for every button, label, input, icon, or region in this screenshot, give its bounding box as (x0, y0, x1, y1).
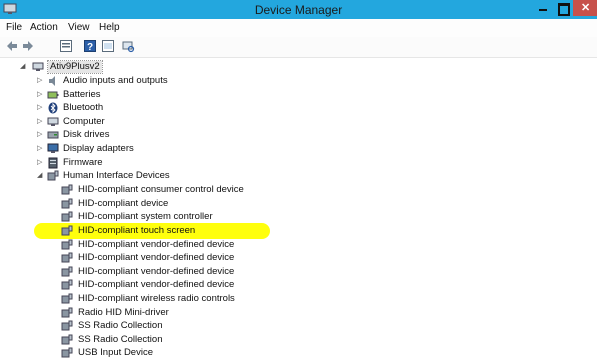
expand-arrow-icon[interactable]: ▷ (37, 76, 45, 84)
tree-device-label: HID-compliant consumer control device (78, 184, 244, 195)
hid-icon (47, 170, 59, 181)
tree-device-label: HID-compliant vendor-defined device (78, 252, 235, 263)
expand-arrow-icon[interactable]: ▷ (37, 103, 45, 111)
tree-device-label: Radio HID Mini-driver (78, 307, 169, 318)
minimize-icon (539, 9, 547, 11)
scan-hardware-icon[interactable] (121, 39, 135, 53)
tree-device-label: HID-compliant touch screen (78, 225, 196, 236)
tree-root-label: Ativ9Plusv2 (47, 60, 103, 74)
tree-category-label: Computer (63, 116, 105, 127)
forward-icon[interactable] (21, 39, 35, 53)
title-bar[interactable]: Device Manager ✕ (0, 0, 597, 19)
hid-device-icon (61, 293, 73, 304)
tree-device-label: HID-compliant device (78, 198, 169, 209)
bluetooth-icon (48, 102, 58, 114)
hid-device-icon (61, 184, 73, 195)
svg-text:?: ? (87, 42, 93, 53)
menu-action[interactable]: Action (30, 22, 58, 33)
computer-icon (32, 62, 44, 71)
back-icon[interactable] (5, 39, 19, 53)
window-title: Device Manager (254, 3, 343, 17)
device-tree: ◢ Ativ9Plusv2 ▷ Audio inputs and outputs… (0, 58, 597, 358)
menu-help[interactable]: Help (99, 22, 120, 33)
tree-device-label: HID-compliant vendor-defined device (78, 239, 235, 250)
computer-icon (47, 117, 59, 126)
minimize-button[interactable] (533, 0, 553, 16)
hid-device-icon (61, 225, 73, 236)
tree-device-label: HID-compliant vendor-defined device (78, 266, 235, 277)
expand-arrow-icon[interactable]: ▷ (37, 130, 45, 138)
collapse-arrow-icon[interactable]: ◢ (37, 171, 45, 179)
hid-device-icon (61, 266, 73, 277)
speaker-icon (49, 76, 55, 86)
hid-device-icon (61, 279, 73, 290)
hid-device-icon (61, 320, 73, 331)
expand-arrow-icon[interactable]: ▷ (37, 117, 45, 125)
tree-category-label: Bluetooth (63, 102, 104, 113)
tree-device-label: USB Input Device (78, 347, 153, 358)
toolbar: ? (0, 37, 597, 58)
tree-category-label: Human Interface Devices (63, 170, 170, 181)
window-controls: ✕ (533, 0, 597, 19)
close-icon: ✕ (581, 2, 591, 14)
menu-bar: File Action View Help (0, 19, 597, 37)
expand-arrow-icon[interactable]: ▷ (37, 90, 45, 98)
tree-category-label: Disk drives (63, 129, 110, 140)
hid-device-icon (61, 252, 73, 263)
expand-arrow-icon[interactable]: ▷ (37, 144, 45, 152)
tree-device-label: HID-compliant wireless radio controls (78, 293, 235, 304)
hid-device-icon (61, 211, 73, 222)
hid-device-icon (61, 198, 73, 209)
maximize-icon (558, 3, 570, 16)
hid-device-icon (61, 334, 73, 345)
properties-sheet-icon[interactable] (101, 39, 115, 53)
device-manager-window: Device Manager ✕ File Action View Help ? (0, 0, 597, 358)
hid-device-icon (61, 347, 73, 358)
maximize-button[interactable] (553, 0, 573, 16)
menu-file[interactable]: File (6, 22, 22, 33)
tree-category-label: Display adapters (63, 143, 134, 154)
tree-category-label: Batteries (63, 89, 101, 100)
collapse-arrow-icon[interactable]: ◢ (20, 62, 28, 70)
menu-view[interactable]: View (68, 22, 90, 33)
hid-device-icon (61, 239, 73, 250)
tree-device-label: SS Radio Collection (78, 320, 163, 331)
battery-icon (47, 91, 59, 99)
tree-category-label: Audio inputs and outputs (63, 75, 168, 86)
expand-arrow-icon[interactable]: ▷ (37, 158, 45, 166)
display-adapter-icon (47, 143, 59, 153)
tree-device-label: SS Radio Collection (78, 334, 163, 345)
tree-device-label: HID-compliant vendor-defined device (78, 279, 235, 290)
close-button[interactable]: ✕ (573, 0, 597, 16)
firmware-icon (48, 157, 58, 169)
properties-icon[interactable] (59, 39, 73, 53)
tree-device-label: HID-compliant system controller (78, 211, 213, 222)
hid-device-icon (61, 307, 73, 318)
tree-category-label: Firmware (63, 157, 103, 168)
help-icon[interactable]: ? (83, 39, 97, 53)
disk-drive-icon (47, 131, 59, 139)
